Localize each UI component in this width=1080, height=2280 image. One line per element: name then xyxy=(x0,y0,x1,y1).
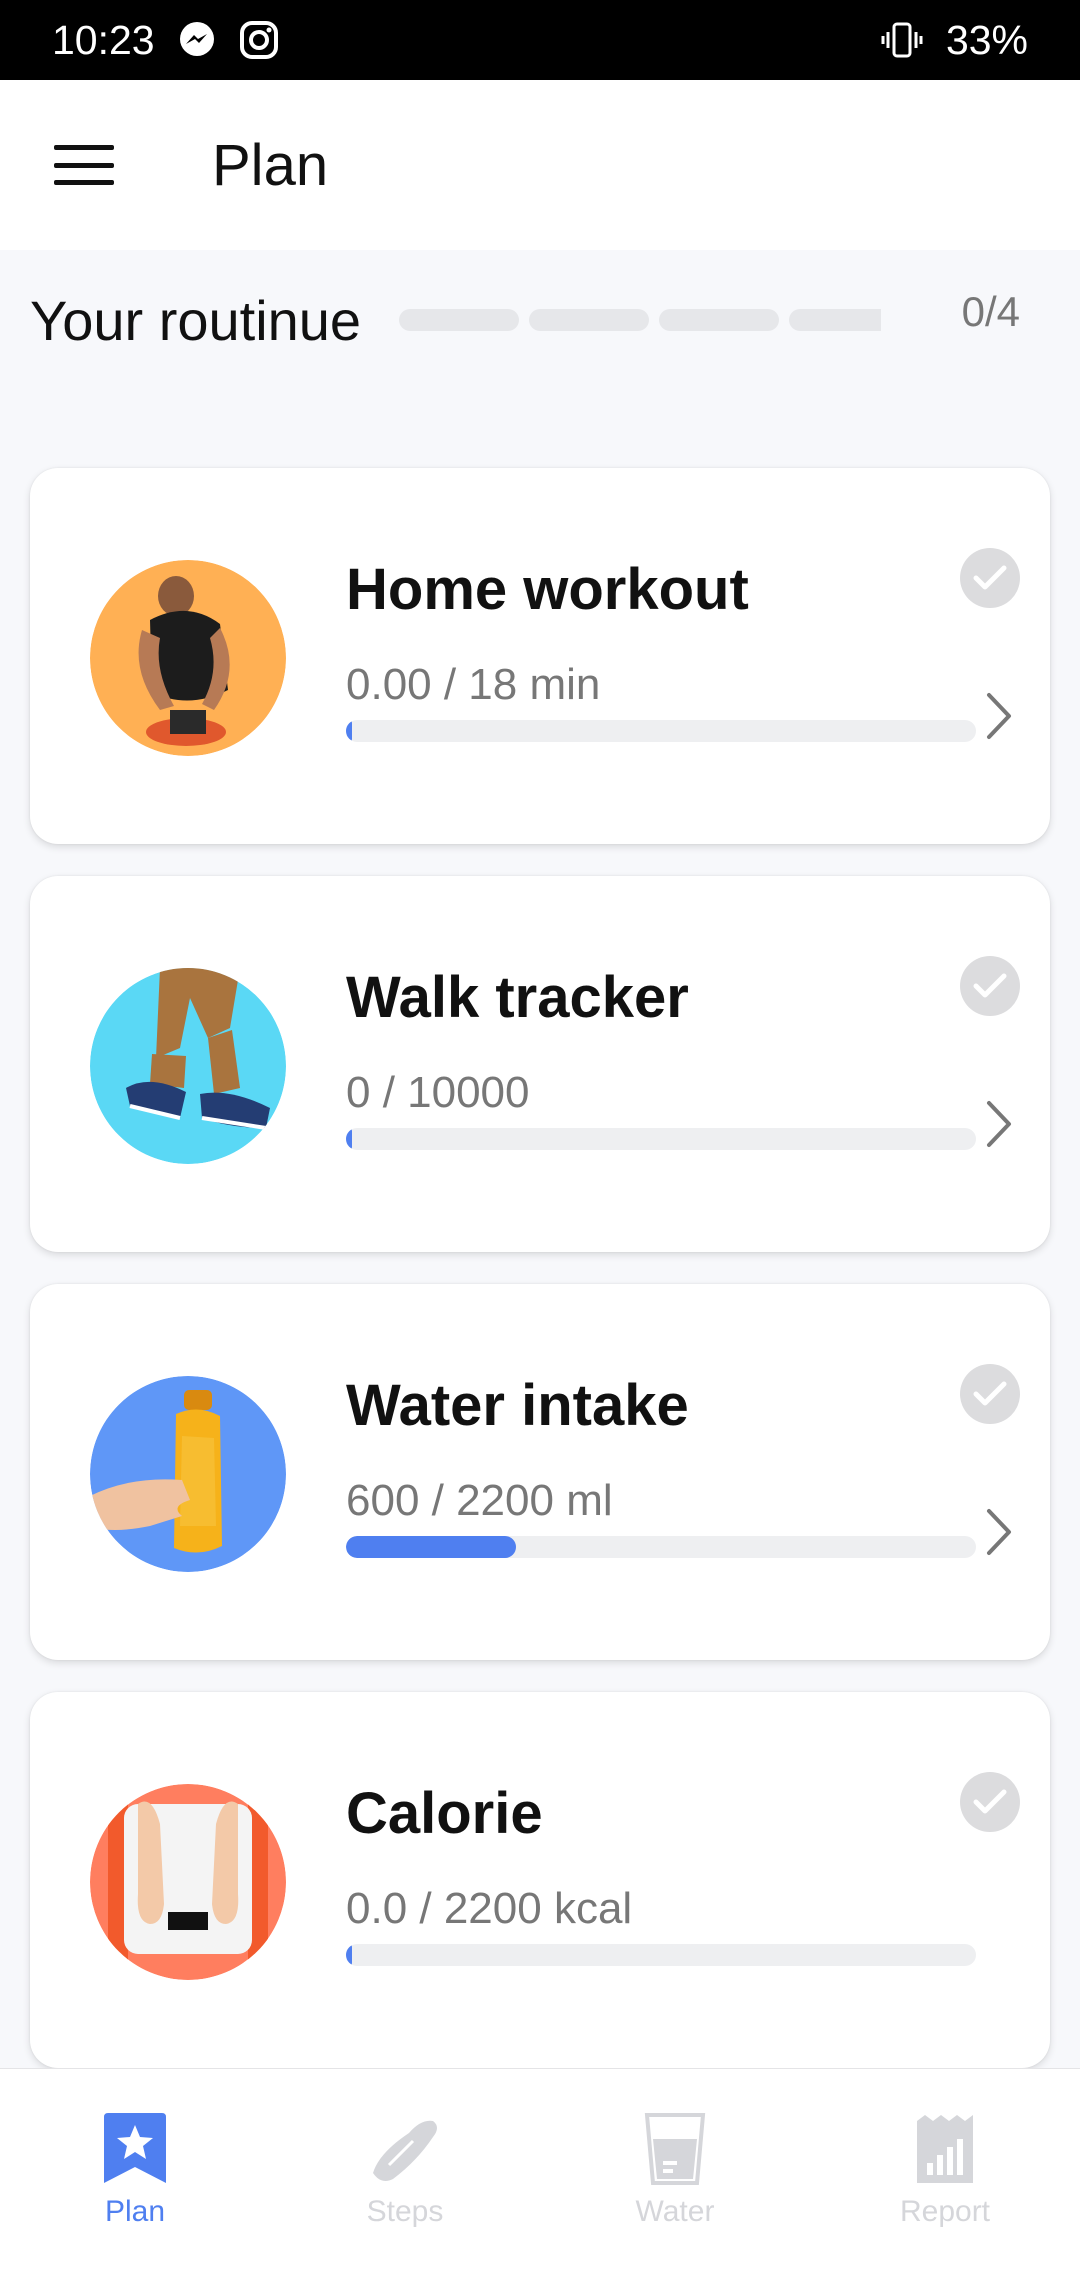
routine-title: Your routinue xyxy=(30,288,362,352)
status-time: 10:23 xyxy=(52,16,155,63)
walking-legs-photo xyxy=(90,968,286,1164)
walk-tracker-card[interactable]: Walk tracker 0 / 10000 xyxy=(30,876,1050,1252)
nav-label: Steps xyxy=(366,2195,444,2228)
scale-feet-photo xyxy=(90,1784,286,1980)
calorie-card[interactable]: Calorie 0.0 / 2200 kcal xyxy=(30,1692,1050,2068)
check-circle-icon[interactable] xyxy=(960,956,1020,1016)
card-progress-fill xyxy=(346,1128,353,1150)
routine-segment xyxy=(659,309,780,331)
check-circle-icon[interactable] xyxy=(960,1364,1020,1424)
nav-item-steps[interactable]: Steps xyxy=(270,2069,540,2280)
menu-icon[interactable] xyxy=(54,145,114,185)
card-value: 0.00 / 18 min xyxy=(346,660,601,709)
routine-header: Your routinue 0/4 xyxy=(30,280,1030,360)
bottom-navigation: Plan Steps Water Report xyxy=(0,2068,1080,2280)
page-title: Plan xyxy=(212,132,329,198)
card-progress-track xyxy=(346,1128,976,1150)
card-value: 600 / 2200 ml xyxy=(346,1476,613,1525)
card-progress-fill xyxy=(346,720,353,742)
card-title: Calorie xyxy=(346,1781,543,1846)
check-circle-icon[interactable] xyxy=(960,548,1020,608)
chevron-right-icon[interactable] xyxy=(984,690,1014,742)
nav-item-report[interactable]: Report xyxy=(810,2069,1080,2280)
water-intake-card[interactable]: Water intake 600 / 2200 ml xyxy=(30,1284,1050,1660)
nav-label: Water xyxy=(635,2195,715,2228)
chevron-right-icon[interactable] xyxy=(984,1506,1014,1558)
card-progress-track xyxy=(346,720,976,742)
messenger-icon xyxy=(179,22,214,56)
battery-percent: 33% xyxy=(945,16,1028,63)
card-progress-track xyxy=(346,1944,976,1966)
card-progress-fill xyxy=(346,1944,353,1966)
card-progress-fill xyxy=(346,1536,517,1558)
water-glass-icon xyxy=(644,2113,706,2185)
water-bottle-photo xyxy=(90,1376,286,1572)
routine-progress-segments xyxy=(399,309,882,331)
routine-segment xyxy=(399,309,520,331)
card-title: Water intake xyxy=(346,1373,689,1438)
check-circle-icon[interactable] xyxy=(960,1772,1020,1832)
app-bar: Plan xyxy=(0,80,1080,250)
nav-label: Plan xyxy=(104,2195,166,2228)
routine-progress-count: 0/4 xyxy=(961,288,1020,335)
shoe-icon xyxy=(373,2120,437,2181)
home-workout-card[interactable]: Home workout 0.00 / 18 min xyxy=(30,468,1050,844)
vibrate-icon xyxy=(881,22,923,58)
card-value: 0 / 10000 xyxy=(346,1068,530,1117)
nav-label: Report xyxy=(899,2195,991,2228)
card-title: Home workout xyxy=(346,557,749,622)
card-value: 0.0 / 2200 kcal xyxy=(346,1884,633,1933)
routine-segment xyxy=(529,309,650,331)
nav-item-plan[interactable]: Plan xyxy=(0,2069,270,2280)
instagram-icon xyxy=(239,21,278,59)
chevron-right-icon[interactable] xyxy=(984,1098,1014,1150)
card-progress-track xyxy=(346,1536,976,1558)
card-title: Walk tracker xyxy=(346,965,689,1030)
plan-star-icon xyxy=(104,2113,166,2183)
workout-man-photo xyxy=(90,560,286,756)
status-bar: 10:23 33% xyxy=(0,0,1080,80)
report-chart-icon xyxy=(917,2115,973,2183)
nav-item-water[interactable]: Water xyxy=(540,2069,810,2280)
routine-segment xyxy=(789,309,882,331)
